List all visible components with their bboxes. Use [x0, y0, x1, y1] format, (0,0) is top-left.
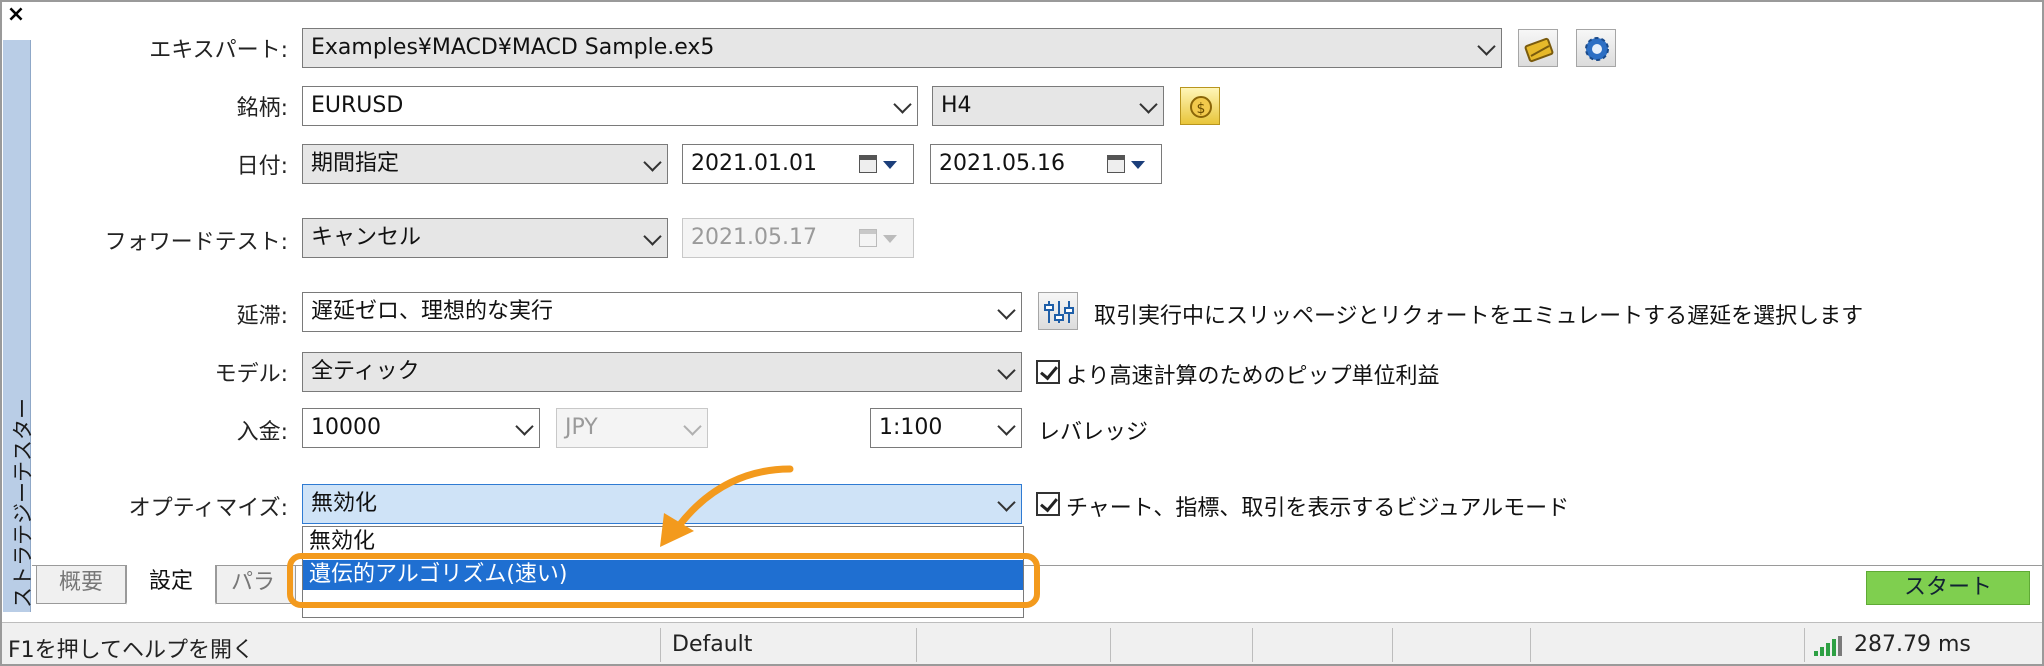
status-profile: Default [672, 632, 753, 657]
chevron-down-icon [515, 417, 534, 436]
settings-button[interactable] [1576, 29, 1616, 67]
tab-overview[interactable]: 概要 [36, 566, 126, 604]
expert-label: エキスパート: [149, 38, 288, 63]
timeframe-select[interactable]: H4 [932, 86, 1164, 126]
optimize-label: オプティマイズ: [128, 496, 288, 521]
side-tab-label: ストラテジーテスター [11, 398, 35, 608]
optimize-value: 無効化 [311, 491, 378, 516]
chevron-down-icon [997, 361, 1016, 380]
forward-date-value: 2021.05.17 [691, 225, 817, 250]
date-to-picker[interactable]: 2021.05.16 [930, 144, 1162, 184]
status-divider [660, 628, 661, 662]
date-from-value: 2021.01.01 [691, 151, 817, 176]
date-from-picker[interactable]: 2021.01.01 [682, 144, 914, 184]
delay-description: 取引実行中にスリッページとリクォートをエミュレートする遅延を選択します [1094, 304, 1864, 329]
settings-gear-icon [1585, 37, 1609, 61]
leverage-value: 1:100 [879, 415, 943, 440]
deposit-label: 入金: [236, 420, 288, 445]
chevron-down-icon [643, 227, 662, 246]
tab-parameters[interactable]: パラ [216, 566, 296, 604]
delay-select[interactable]: 遅延ゼロ、理想的な実行 [302, 292, 1022, 332]
highlight-frame [287, 553, 1040, 608]
model-label: モデル: [214, 362, 288, 387]
deposit-value: 10000 [311, 415, 381, 440]
status-ping: 287.79 ms [1854, 632, 1971, 657]
status-divider [916, 628, 917, 662]
date-mode-value: 期間指定 [311, 151, 400, 176]
forward-date-picker: 2021.05.17 [682, 218, 914, 258]
chevron-down-icon [997, 301, 1016, 320]
deposit-select[interactable]: 10000 [302, 408, 540, 448]
start-button[interactable]: スタート [1866, 571, 2030, 605]
leverage-label: レバレッジ [1038, 420, 1149, 445]
currency-select: JPY [556, 408, 708, 448]
annotation-arrow [660, 465, 794, 547]
expert-select[interactable]: Examples¥MACD¥MACD Sample.ex5 [302, 28, 1502, 68]
timeframe-value: H4 [941, 93, 972, 118]
chevron-down-icon [683, 417, 702, 436]
status-divider [1392, 628, 1393, 662]
visual-mode-checkbox[interactable] [1036, 492, 1060, 516]
currency-value: JPY [565, 415, 598, 440]
symbol-value: EURUSD [311, 93, 404, 118]
chevron-down-icon [643, 153, 662, 172]
pips-checkbox[interactable] [1036, 360, 1060, 384]
model-select[interactable]: 全ティック [302, 352, 1022, 392]
signal-bars-icon [1814, 636, 1842, 656]
forward-mode-select[interactable]: キャンセル [302, 218, 668, 258]
status-divider [1804, 628, 1805, 662]
delay-settings-icon [1044, 301, 1074, 323]
symbol-label: 銘柄: [236, 96, 288, 121]
status-bar [2, 622, 2042, 664]
delay-value: 遅延ゼロ、理想的な実行 [311, 299, 554, 324]
symbol-properties-button[interactable]: $ [1180, 87, 1220, 125]
chevron-down-icon [997, 417, 1016, 436]
date-to-value: 2021.05.16 [939, 151, 1065, 176]
tab-settings[interactable]: 設定 [126, 565, 216, 605]
forward-mode-value: キャンセル [311, 225, 422, 250]
calendar-icon [859, 229, 901, 249]
date-mode-select[interactable]: 期間指定 [302, 144, 668, 184]
forward-label: フォワードテスト: [104, 230, 288, 255]
chevron-down-icon [997, 493, 1016, 512]
calendar-icon[interactable] [859, 155, 901, 175]
expert-properties-button[interactable] [1518, 29, 1558, 67]
model-value: 全ティック [311, 359, 420, 384]
calendar-icon[interactable] [1107, 155, 1149, 175]
side-tab-label-box: ストラテジーテスター [3, 360, 35, 610]
status-divider [1110, 628, 1111, 662]
chevron-down-icon [1477, 37, 1496, 56]
close-icon[interactable]: × [3, 3, 29, 29]
chevron-down-icon [1139, 95, 1158, 114]
status-help-text: F1を押してヘルプを開く [8, 638, 254, 663]
symbol-select[interactable]: EURUSD [302, 86, 918, 126]
delay-settings-button[interactable] [1038, 292, 1078, 330]
pips-checkbox-label: より高速計算のためのピップ単位利益 [1066, 364, 1440, 389]
status-divider [1252, 628, 1253, 662]
svg-text:$: $ [1197, 101, 1206, 117]
visual-mode-checkbox-label: チャート、指標、取引を表示するビジュアルモード [1066, 496, 1570, 521]
chevron-down-icon [893, 95, 912, 114]
delay-label: 延滞: [236, 304, 288, 329]
symbol-icon: $ [1190, 96, 1212, 118]
expert-value: Examples¥MACD¥MACD Sample.ex5 [311, 35, 715, 60]
status-divider [1530, 628, 1531, 662]
leverage-select[interactable]: 1:100 [870, 408, 1022, 448]
date-label: 日付: [236, 154, 288, 179]
expert-properties-icon [1524, 37, 1554, 63]
